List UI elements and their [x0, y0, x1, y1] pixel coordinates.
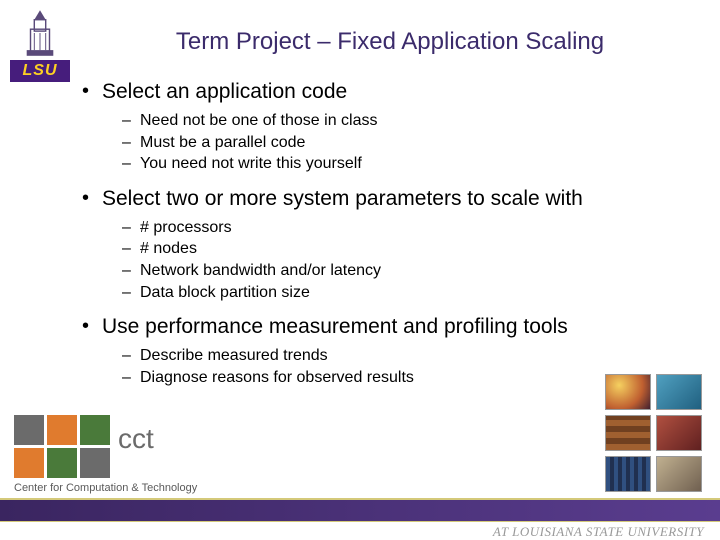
thumbnail	[656, 415, 702, 451]
sub-item: Must be a parallel code	[122, 132, 690, 154]
slide: LSU Term Project – Fixed Application Sca…	[0, 0, 720, 540]
bullet-3: Use performance measurement and profilin…	[80, 315, 690, 339]
thumbnail	[605, 456, 651, 492]
sub-item: Data block partition size	[122, 282, 690, 304]
content-area: Select an application code Need not be o…	[80, 80, 690, 400]
sub-item: # nodes	[122, 238, 690, 260]
sub-item: Describe measured trends	[122, 345, 690, 367]
cct-abbr: cct	[118, 415, 154, 455]
thumbnail	[605, 374, 651, 410]
lsu-wordmark: LSU	[10, 60, 70, 82]
bullet-1-sub: Need not be one of those in class Must b…	[122, 110, 690, 175]
thumbnail	[656, 374, 702, 410]
cct-squares-icon	[14, 415, 110, 478]
thumbnail	[605, 415, 651, 451]
sub-item: You need not write this yourself	[122, 153, 690, 175]
sub-item: Need not be one of those in class	[122, 110, 690, 132]
tower-icon	[21, 8, 59, 58]
slide-title: Term Project – Fixed Application Scaling	[80, 28, 700, 56]
thumbnail-grid	[605, 374, 702, 492]
sub-item: Network bandwidth and/or latency	[122, 260, 690, 282]
bullet-2: Select two or more system parameters to …	[80, 187, 690, 211]
footer-bar	[0, 498, 720, 522]
thumbnail	[656, 456, 702, 492]
cct-name: Center for Computation & Technology	[14, 478, 234, 494]
cct-logo: cct Center for Computation & Technology	[14, 415, 234, 494]
bullet-2-sub: # processors # nodes Network bandwidth a…	[122, 217, 690, 303]
sub-item: # processors	[122, 217, 690, 239]
bullet-1: Select an application code	[80, 80, 690, 104]
footer-text: AT LOUISIANA STATE UNIVERSITY	[493, 524, 704, 540]
lsu-logo: LSU	[10, 8, 70, 82]
